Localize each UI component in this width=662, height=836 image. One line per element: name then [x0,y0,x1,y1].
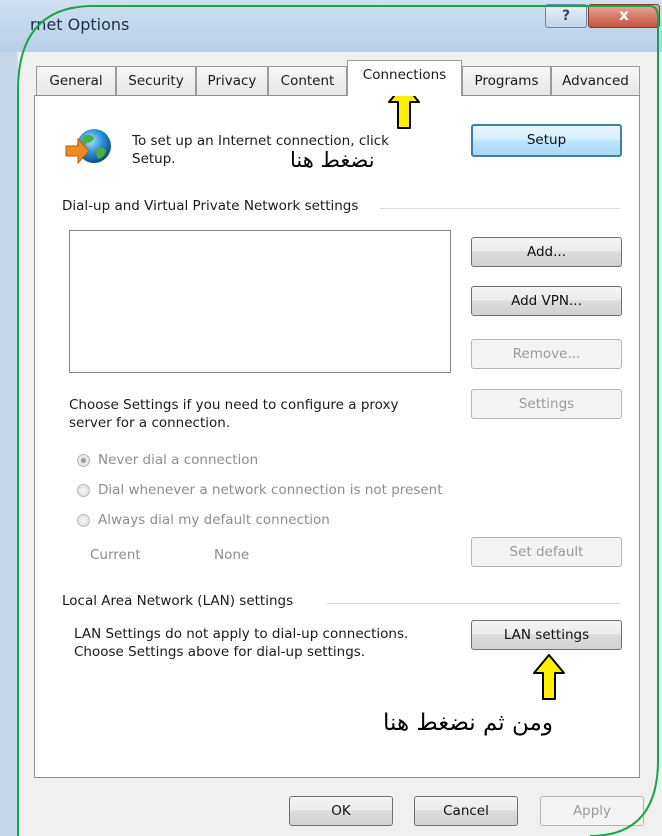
tab-connections[interactable]: Connections [347,60,462,96]
annotation-border [17,5,659,836]
